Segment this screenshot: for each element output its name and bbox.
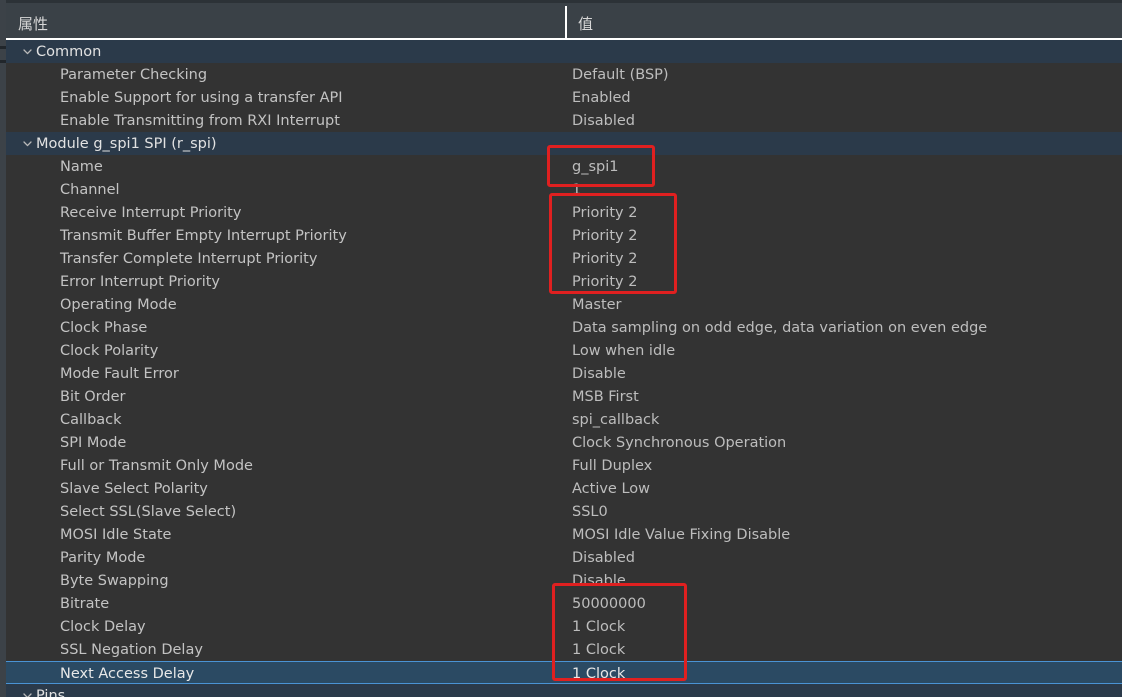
- tree-property-row[interactable]: Operating Mode Master: [6, 293, 1122, 316]
- tree-property-row[interactable]: MOSI Idle State MOSI Idle Value Fixing Di…: [6, 523, 1122, 546]
- property-tree-rows: CommonParameter CheckingDefault (BSP)Ena…: [6, 40, 1122, 697]
- tree-property-row[interactable]: Bitrate 50000000: [6, 592, 1122, 615]
- property-label: Full or Transmit Only Mode: [6, 454, 253, 477]
- property-value[interactable]: MSB First: [572, 385, 639, 408]
- property-value[interactable]: Priority 2: [572, 247, 637, 270]
- property-value[interactable]: 1 Clock: [572, 662, 625, 685]
- property-label: Bit Order: [6, 385, 125, 408]
- tree-property-row[interactable]: Byte Swapping Disable: [6, 569, 1122, 592]
- property-label: Transfer Complete Interrupt Priority: [6, 247, 317, 270]
- spi-configuration-properties-panel: 属性 值 CommonParameter Checking Default (BS…: [0, 0, 1122, 697]
- tree-property-row[interactable]: Error Interrupt Priority Priority 2: [6, 270, 1122, 293]
- property-value[interactable]: Disabled: [572, 109, 635, 132]
- property-label: Transmit Buffer Empty Interrupt Priority: [6, 224, 347, 247]
- property-value[interactable]: Disabled: [572, 546, 635, 569]
- table-header: 属性 值: [6, 0, 1122, 40]
- tree-property-row[interactable]: Clock Phase Data sampling on odd edge, da…: [6, 316, 1122, 339]
- tree-group-row[interactable]: Module g_spi1 SPI (r_spi): [6, 132, 1122, 155]
- tree-property-row[interactable]: Enable Support for using a transfer API E…: [6, 86, 1122, 109]
- tree-property-row[interactable]: Clock Polarity Low when idle: [6, 339, 1122, 362]
- property-value[interactable]: Priority 2: [572, 224, 637, 247]
- property-value[interactable]: Low when idle: [572, 339, 675, 362]
- tree-property-row[interactable]: Select SSL(Slave Select) SSL0: [6, 500, 1122, 523]
- property-label: Module g_spi1 SPI (r_spi): [6, 132, 217, 155]
- property-value[interactable]: 1 Clock: [572, 638, 625, 661]
- property-label: Pins: [6, 684, 65, 697]
- property-label: Receive Interrupt Priority: [6, 201, 241, 224]
- tree-property-row[interactable]: Mode Fault Error Disable: [6, 362, 1122, 385]
- tree-property-row[interactable]: Receive Interrupt Priority Priority 2: [6, 201, 1122, 224]
- property-label: Name: [6, 155, 103, 178]
- property-label: Clock Phase: [6, 316, 147, 339]
- tree-property-row[interactable]: SPI Mode Clock Synchronous Operation: [6, 431, 1122, 454]
- tree-property-row[interactable]: Transmit Buffer Empty Interrupt Priority…: [6, 224, 1122, 247]
- property-value[interactable]: Full Duplex: [572, 454, 652, 477]
- property-label: SSL Negation Delay: [6, 638, 203, 661]
- tree-property-row[interactable]: Enable Transmitting from RXI Interrupt Di…: [6, 109, 1122, 132]
- property-value[interactable]: Disable: [572, 569, 626, 592]
- property-label: Channel: [6, 178, 120, 201]
- property-value[interactable]: g_spi1: [572, 155, 618, 178]
- property-label: Enable Transmitting from RXI Interrupt: [6, 109, 340, 132]
- tree-property-row[interactable]: Transfer Complete Interrupt Priority Prio…: [6, 247, 1122, 270]
- tree-property-row[interactable]: Name g_spi1: [6, 155, 1122, 178]
- tree-property-row[interactable]: Bit Order MSB First: [6, 385, 1122, 408]
- tree-property-row[interactable]: SSL Negation Delay 1 Clock: [6, 638, 1122, 661]
- property-label: Clock Polarity: [6, 339, 158, 362]
- property-label: Error Interrupt Priority: [6, 270, 220, 293]
- left-gutter-strip: [0, 0, 6, 697]
- tree-property-row[interactable]: Parameter Checking Default (BSP): [6, 63, 1122, 86]
- property-label: SPI Mode: [6, 431, 126, 454]
- property-label: Parity Mode: [6, 546, 145, 569]
- property-value[interactable]: Disable: [572, 362, 626, 385]
- property-label: MOSI Idle State: [6, 523, 171, 546]
- property-label: Select SSL(Slave Select): [6, 500, 236, 523]
- tree-property-row[interactable]: Next Access Delay 1 Clock: [6, 661, 1122, 684]
- property-label: Callback: [6, 408, 122, 431]
- property-value[interactable]: SSL0: [572, 500, 608, 523]
- property-value[interactable]: 50000000: [572, 592, 646, 615]
- tree-group-row[interactable]: Pins: [6, 684, 1122, 697]
- tree-property-row[interactable]: Parity Mode Disabled: [6, 546, 1122, 569]
- property-value[interactable]: spi_callback: [572, 408, 659, 431]
- gutter-notch-top: [0, 46, 6, 49]
- property-label: Operating Mode: [6, 293, 177, 316]
- tree-group-row[interactable]: Common: [6, 40, 1122, 63]
- property-label: Mode Fault Error: [6, 362, 179, 385]
- property-label: Enable Support for using a transfer API: [6, 86, 343, 109]
- property-value[interactable]: 1: [572, 178, 581, 201]
- property-value[interactable]: Default (BSP): [572, 63, 669, 86]
- property-value[interactable]: Clock Synchronous Operation: [572, 431, 786, 454]
- column-header-property[interactable]: 属性: [18, 6, 48, 40]
- property-label: Parameter Checking: [6, 63, 207, 86]
- column-header-value[interactable]: 值: [578, 6, 593, 40]
- property-value[interactable]: Active Low: [572, 477, 650, 500]
- property-label: Common: [6, 40, 101, 63]
- property-value[interactable]: MOSI Idle Value Fixing Disable: [572, 523, 790, 546]
- tree-property-row[interactable]: Full or Transmit Only Mode Full Duplex: [6, 454, 1122, 477]
- property-value[interactable]: Priority 2: [572, 270, 637, 293]
- property-value[interactable]: Data sampling on odd edge, data variatio…: [572, 316, 987, 339]
- tree-property-row[interactable]: Clock Delay 1 Clock: [6, 615, 1122, 638]
- property-label: Bitrate: [6, 592, 109, 615]
- property-label: Slave Select Polarity: [6, 477, 208, 500]
- column-divider-handle[interactable]: [565, 6, 567, 40]
- tree-property-row[interactable]: Callback spi_callback: [6, 408, 1122, 431]
- property-label: Byte Swapping: [6, 569, 169, 592]
- property-value[interactable]: Enabled: [572, 86, 631, 109]
- gutter-notch-bottom: [0, 60, 6, 63]
- tree-property-row[interactable]: Slave Select Polarity Active Low: [6, 477, 1122, 500]
- tree-property-row[interactable]: Channel 1: [6, 178, 1122, 201]
- property-value[interactable]: Priority 2: [572, 201, 637, 224]
- property-label: Next Access Delay: [6, 662, 194, 685]
- property-label: Clock Delay: [6, 615, 146, 638]
- property-value[interactable]: 1 Clock: [572, 615, 625, 638]
- property-value[interactable]: Master: [572, 293, 622, 316]
